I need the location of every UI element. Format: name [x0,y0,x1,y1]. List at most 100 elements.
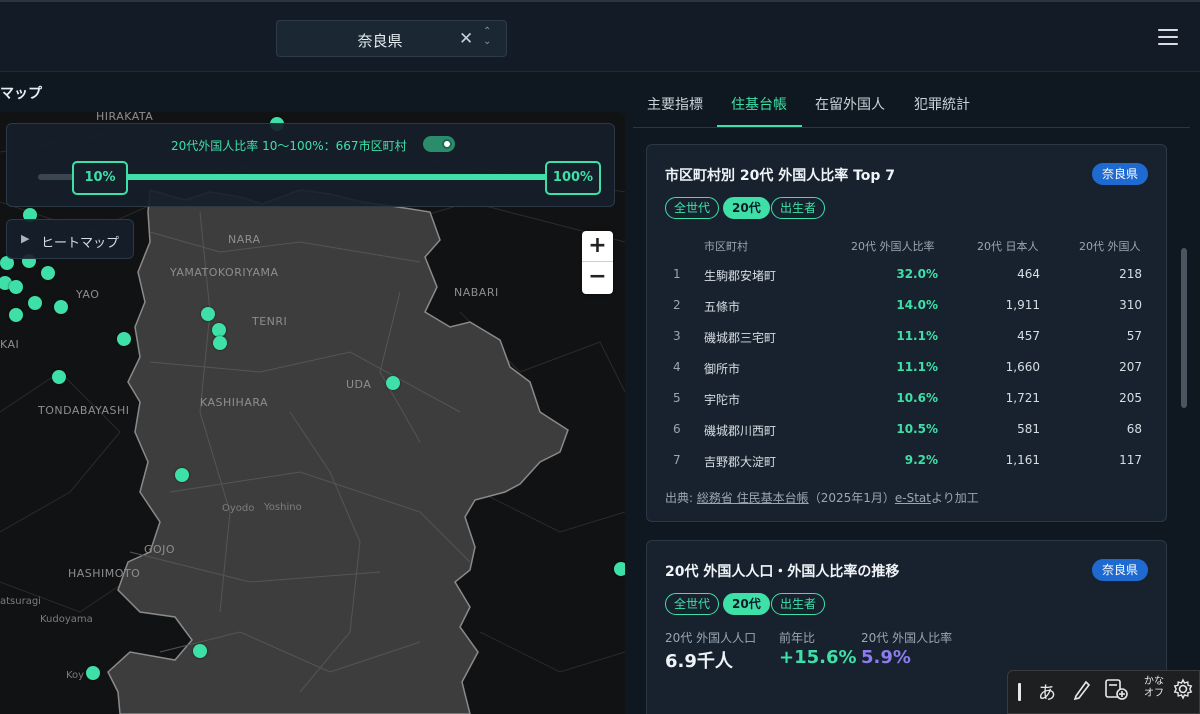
map-label-koya: Koy [66,670,85,681]
map-label-tenri: TENRI [252,315,288,328]
map-marker[interactable] [201,307,215,321]
chip-all-ages[interactable]: 全世代 [665,593,720,615]
map-marker[interactable] [54,300,68,314]
prefecture-badge: 奈良県 [1091,163,1148,185]
row-ratio: 11.1% [896,360,938,374]
row-municipality: 宇陀市 [704,393,741,407]
map-marker[interactable] [86,666,100,680]
map-label-kai: KAI [0,338,20,351]
stat-value-population: 6.9千人 [665,651,733,672]
map-label-gojo: GOJO [144,543,176,556]
map-title: マップ [0,86,42,102]
chip-births[interactable]: 出生者 [771,197,826,219]
row-japanese: 1,660 [1005,360,1040,374]
row-municipality: 吉野郡大淀町 [704,455,777,469]
range-slider-max-handle[interactable]: 100% [545,161,601,195]
row-ratio: 10.6% [896,391,938,405]
row-foreign: 68 [1126,422,1142,436]
kana-input-toggle[interactable]: かな オフ [1144,676,1164,700]
tab-main-indicators[interactable]: 主要指標 [647,94,703,114]
table-row[interactable]: 2 五條市 14.0% 1,911 310 [665,298,1150,329]
row-rank: 1 [673,267,681,281]
card-title: 市区町村別 20代 外国人比率 Top 7 [665,168,896,184]
kana-state: オフ [1144,688,1164,699]
row-foreign: 57 [1126,329,1142,343]
table-row[interactable]: 6 磯城郡川西町 10.5% 581 68 [665,422,1150,453]
map-marker[interactable] [41,266,55,280]
map-marker[interactable] [386,376,400,390]
map-marker[interactable] [52,370,66,384]
row-rank: 3 [673,329,681,343]
close-icon[interactable]: ✕ [459,29,473,49]
row-municipality: 磯城郡川西町 [704,424,777,438]
map-marker[interactable] [175,468,189,482]
map-label-hashimoto: HASHIMOTO [68,567,141,580]
prefecture-select-value: 奈良県 [357,32,403,50]
source-link-estat[interactable]: e-Stat [895,491,931,505]
map-label-kudoyama: Kudoyama [40,614,93,625]
zoom-in-button[interactable]: + [582,231,613,262]
map-label-nabari: NABARI [454,286,499,299]
column-header-foreign: 20代 外国人 [1079,240,1141,253]
tab-crime-stats[interactable]: 犯罪統計 [914,94,970,114]
map-marker[interactable] [193,644,207,658]
ime-toolbar: あ かな オフ [1007,670,1200,714]
row-municipality: 磯城郡三宅町 [704,331,777,345]
stat-label-yoy: 前年比 [779,631,816,645]
map-marker[interactable] [9,280,23,294]
prefecture-badge: 奈良県 [1091,559,1148,581]
tab-foreign-residents[interactable]: 在留外国人 [815,94,885,114]
table-row[interactable]: 5 宇陀市 10.6% 1,721 205 [665,391,1150,422]
heatmap-button[interactable]: ▶ ヒートマップ [6,219,134,259]
row-japanese: 464 [1017,267,1040,281]
table-row[interactable]: 3 磯城郡三宅町 11.1% 457 57 [665,329,1150,360]
map-marker[interactable] [213,336,227,350]
chip-20s[interactable]: 20代 [723,593,770,615]
dictionary-add-icon[interactable] [1104,678,1128,705]
range-slider-min-handle[interactable]: 10% [72,161,128,195]
table-row[interactable]: 1 生駒郡安堵町 32.0% 464 218 [665,267,1150,298]
panel-scrollbar[interactable] [1181,248,1187,408]
source-prefix: 出典: [665,491,697,505]
chip-births[interactable]: 出生者 [771,593,826,615]
filter-toggle[interactable] [423,136,455,152]
gear-icon[interactable] [1172,678,1194,705]
pen-icon[interactable] [1072,678,1092,705]
drag-handle-icon[interactable] [1018,683,1021,701]
heatmap-label: ヒートマップ [41,236,120,251]
card-title: 20代 外国人人口・外国人比率の推移 [665,564,900,580]
row-foreign: 218 [1119,267,1142,281]
hiragana-mode-button[interactable]: あ [1038,679,1056,705]
play-icon: ▶ [21,232,30,245]
row-foreign: 310 [1119,298,1142,312]
top-bar: 奈良県 ✕ ⌃ ⌄ [0,0,1200,72]
map-label-kashihara: KASHIHARA [200,396,269,409]
map-marker[interactable] [28,296,42,310]
row-japanese: 1,161 [1005,453,1040,467]
column-header-municipality: 市区町村 [704,240,748,253]
map-marker[interactable] [9,308,23,322]
chevron-updown-icon[interactable]: ⌃ ⌄ [483,27,491,47]
stat-label-population: 20代 外国人人口 [665,631,757,645]
column-header-japanese: 20代 日本人 [977,240,1039,253]
prefecture-select[interactable]: 奈良県 ✕ ⌃ ⌄ [276,20,507,57]
map-marker[interactable] [117,332,131,346]
map-marker[interactable] [614,562,625,576]
row-rank: 4 [673,360,681,374]
table-row[interactable]: 4 御所市 11.1% 1,660 207 [665,360,1150,391]
chip-all-ages[interactable]: 全世代 [665,197,720,219]
row-municipality: 生駒郡安堵町 [704,269,777,283]
chip-20s[interactable]: 20代 [723,197,770,219]
map-marker[interactable] [212,323,226,337]
row-rank: 2 [673,298,681,312]
table-row[interactable]: 7 吉野郡大淀町 9.2% 1,161 117 [665,453,1150,484]
tab-resident-registry[interactable]: 住基台帳 [731,94,787,114]
row-rank: 7 [673,453,681,467]
row-ratio: 9.2% [904,453,938,467]
row-foreign: 207 [1119,360,1142,374]
hamburger-menu-icon[interactable] [1158,29,1178,45]
source-link-mic[interactable]: 総務省 住民基本台帳 [697,491,809,505]
map-label-tondabayashi: TONDABAYASHI [38,404,130,417]
zoom-out-button[interactable]: − [582,262,613,293]
map-label-nara: NARA [228,233,261,246]
